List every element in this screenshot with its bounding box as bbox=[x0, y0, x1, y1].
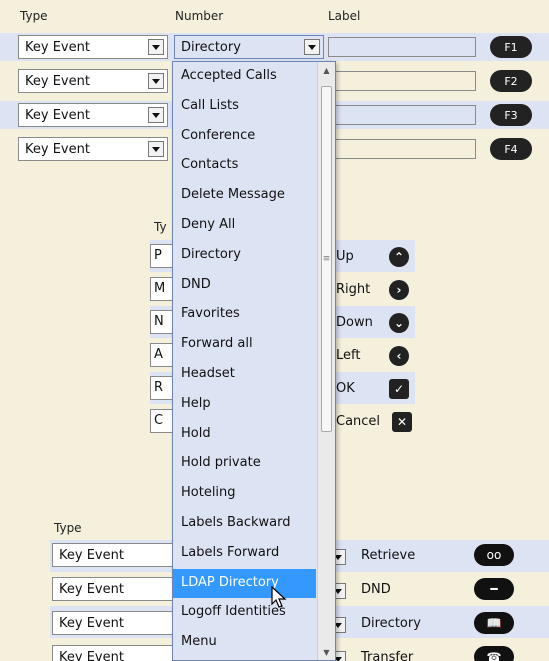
transfer-icon[interactable]: ☎ bbox=[474, 646, 514, 661]
nav-type-select-1[interactable]: P bbox=[150, 244, 174, 268]
type-select-row-4[interactable]: Key Event bbox=[18, 137, 168, 161]
function-key-f3[interactable]: F3 bbox=[490, 104, 532, 126]
nav-label-ok: OK bbox=[336, 381, 355, 396]
chevron-down-icon bbox=[148, 141, 164, 157]
number-dropdown-list[interactable]: Accepted Calls Call Lists Conference Contac… bbox=[172, 61, 336, 661]
mouse-pointer-icon bbox=[271, 586, 287, 608]
dropdown-option[interactable]: Directory bbox=[173, 241, 316, 271]
bottom-label-transfer: Transfer bbox=[361, 650, 414, 661]
dropdown-option[interactable]: Call Lists bbox=[173, 92, 316, 122]
number-select-row-1[interactable]: Directory bbox=[174, 35, 324, 59]
type-select-row-3[interactable]: Key Event bbox=[18, 103, 168, 127]
bottom-label-directory: Directory bbox=[361, 616, 421, 631]
type-select-value: Key Event bbox=[25, 107, 90, 123]
nav-type-select-6[interactable]: C bbox=[150, 409, 174, 433]
scroll-up-icon[interactable]: ▲ bbox=[318, 62, 335, 78]
function-key-f1[interactable]: F1 bbox=[490, 36, 532, 58]
dropdown-option[interactable]: Logoff Identities bbox=[173, 598, 316, 628]
scroll-down-icon[interactable]: ▼ bbox=[318, 644, 335, 660]
nav-type-select-5[interactable]: R bbox=[150, 376, 174, 400]
dropdown-option[interactable]: Hoteling bbox=[173, 479, 316, 509]
chevron-down-icon bbox=[148, 73, 164, 89]
dropdown-option[interactable]: Hold bbox=[173, 420, 316, 450]
nav-label-cancel: Cancel bbox=[336, 414, 381, 429]
dropdown-option[interactable]: Help bbox=[173, 390, 316, 420]
dropdown-option[interactable]: Favorites bbox=[173, 300, 316, 330]
close-icon[interactable]: ✕ bbox=[392, 412, 412, 432]
dropdown-option[interactable]: Forward all bbox=[173, 330, 316, 360]
label-input-row-2[interactable] bbox=[328, 71, 476, 91]
dropdown-option[interactable]: Delete Message bbox=[173, 181, 316, 211]
chevron-down-icon[interactable]: ⌄ bbox=[389, 313, 409, 333]
do-not-disturb-icon[interactable]: ━ bbox=[474, 578, 514, 600]
type-select-value: Key Event bbox=[59, 615, 124, 631]
dropdown-option[interactable]: Labels Forward bbox=[173, 539, 316, 569]
bottom-type-select-1[interactable]: Key Event bbox=[52, 543, 182, 567]
bottom-label-retrieve: Retrieve bbox=[361, 548, 416, 563]
nav-label-left: Left bbox=[336, 348, 361, 363]
function-key-f4[interactable]: F4 bbox=[490, 138, 532, 160]
dropdown-scrollbar[interactable]: ▲ ≡ ▼ bbox=[317, 62, 335, 660]
dropdown-option[interactable]: Deny All bbox=[173, 211, 316, 241]
type-select-value: Key Event bbox=[59, 581, 124, 597]
nav-type-select-3[interactable]: N bbox=[150, 310, 174, 334]
bottom-label-dnd: DND bbox=[361, 582, 391, 597]
dropdown-options: Accepted Calls Call Lists Conference Contac… bbox=[173, 62, 316, 658]
bottom-type-select-3[interactable]: Key Event bbox=[52, 611, 182, 635]
type-select-value: Key Event bbox=[25, 73, 90, 89]
nav-type-select-4[interactable]: A bbox=[150, 343, 174, 367]
dropdown-option[interactable]: Conference bbox=[173, 122, 316, 152]
dropdown-option[interactable]: Hold private bbox=[173, 449, 316, 479]
type-select-value: Key Event bbox=[25, 141, 90, 157]
dropdown-option[interactable]: Contacts bbox=[173, 151, 316, 181]
type-select-row-1[interactable]: Key Event bbox=[18, 35, 168, 59]
dropdown-option[interactable]: Headset bbox=[173, 360, 316, 390]
bottom-type-header: Type bbox=[54, 521, 82, 535]
voicemail-icon[interactable]: oo bbox=[474, 544, 514, 566]
chevron-down-icon bbox=[304, 39, 320, 55]
nav-label-down: Down bbox=[336, 315, 373, 330]
chevron-up-icon[interactable]: ⌃ bbox=[389, 247, 409, 267]
type-select-value: Key Event bbox=[59, 547, 124, 563]
scroll-thumb[interactable]: ≡ bbox=[321, 86, 332, 432]
check-icon[interactable]: ✓ bbox=[389, 379, 409, 399]
chevron-down-icon bbox=[148, 107, 164, 123]
type-select-row-2[interactable]: Key Event bbox=[18, 69, 168, 93]
type-header: Type bbox=[20, 9, 48, 23]
number-select-value: Directory bbox=[181, 39, 241, 55]
bottom-type-select-2[interactable]: Key Event bbox=[52, 577, 182, 601]
dropdown-option[interactable]: Menu bbox=[173, 628, 316, 658]
nav-type-select-2[interactable]: M bbox=[150, 277, 174, 301]
dropdown-option[interactable]: Accepted Calls bbox=[173, 62, 316, 92]
label-header: Label bbox=[328, 9, 361, 23]
nav-type-header: Ty bbox=[154, 220, 167, 234]
number-header: Number bbox=[175, 9, 224, 23]
type-select-value: Key Event bbox=[59, 649, 124, 661]
dropdown-option[interactable]: DND bbox=[173, 271, 316, 301]
label-input-row-3[interactable] bbox=[328, 105, 476, 125]
function-key-f2[interactable]: F2 bbox=[490, 70, 532, 92]
chevron-left-icon[interactable]: ‹ bbox=[389, 346, 409, 366]
label-input-row-4[interactable] bbox=[328, 139, 476, 159]
dropdown-option[interactable]: LDAP Directory bbox=[173, 568, 316, 599]
book-icon[interactable]: 📖 bbox=[474, 612, 514, 634]
dropdown-option[interactable]: Labels Backward bbox=[173, 509, 316, 539]
chevron-down-icon bbox=[148, 39, 164, 55]
nav-label-right: Right bbox=[336, 282, 371, 297]
label-input-row-1[interactable] bbox=[328, 37, 476, 57]
nav-label-up: Up bbox=[336, 249, 354, 264]
type-select-value: Key Event bbox=[25, 39, 90, 55]
chevron-right-icon[interactable]: › bbox=[389, 280, 409, 300]
bottom-type-select-4[interactable]: Key Event bbox=[52, 645, 182, 661]
